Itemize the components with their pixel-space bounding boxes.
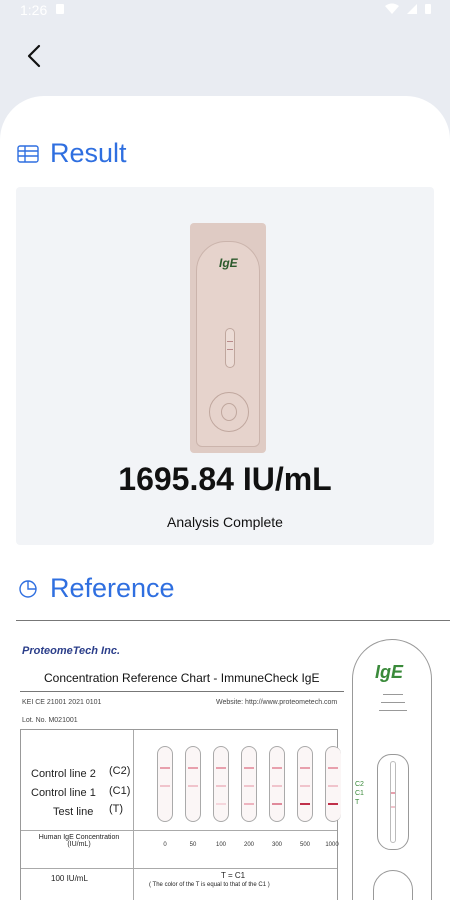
result-section-header: Result [16, 138, 127, 169]
chevron-left-icon [26, 44, 42, 73]
notification-icon [55, 2, 65, 18]
reference-strip [157, 746, 173, 822]
reference-chart-image: ProteomeTech Inc. Concentration Referenc… [16, 620, 450, 900]
brand-logo: ProteomeTech Inc. [22, 645, 121, 657]
note-line-1: T = C1 [221, 871, 246, 880]
reference-title: Reference [50, 573, 175, 603]
reference-strip [241, 746, 257, 822]
reference-chart-title: Concentration Reference Chart - ImmuneCh… [44, 671, 320, 685]
pie-chart-icon [16, 577, 40, 601]
status-time: 1:26 [20, 2, 48, 18]
result-title: Result [50, 138, 127, 168]
analysis-status: Analysis Complete [167, 514, 283, 530]
reference-strip [213, 746, 229, 822]
concentration-value: 50 [189, 842, 197, 848]
concentration-value: 500 [299, 842, 310, 848]
reference-meta-right: Website: http://www.proteometech.com [216, 699, 338, 706]
concentration-value: 300 [271, 842, 282, 848]
reference-strip [185, 746, 201, 822]
table-icon [16, 142, 40, 166]
reference-strip [269, 746, 285, 822]
sample-label: 100 IU/mL [51, 874, 88, 883]
row-label-c2: Control line 2 [31, 768, 96, 780]
row-code-t: (T) [109, 803, 124, 815]
status-bar: 1:26 [0, 0, 450, 20]
concentration-value: 100 [215, 842, 226, 848]
reference-table: Control line 2 (C2) Control line 1 (C1) … [20, 729, 341, 900]
concentration-value: 200 [243, 842, 254, 848]
reference-strip [297, 746, 313, 822]
concentration-value: 1000 [325, 842, 339, 848]
back-button[interactable] [16, 40, 52, 76]
result-panel: IgE 1695.84 IU/mL Analysis Complete [16, 187, 434, 545]
reference-strip [325, 746, 341, 822]
concentration-label: Human IgE Concentration (IU/mL) [38, 834, 120, 848]
reference-section-header: Reference [16, 573, 175, 604]
top-app-bar [0, 20, 450, 100]
test-kit-photo: IgE [190, 223, 266, 453]
concentration-value: 0 [163, 842, 167, 848]
kit-sample-well [209, 392, 249, 432]
row-code-c2: (C2) [109, 765, 131, 777]
reference-kit-diagram: IgE C2 C1 T [352, 639, 432, 900]
row-label-c1: Control line 1 [31, 787, 96, 799]
lot-number: Lot. No. M021001 [22, 717, 78, 724]
battery-icon [424, 2, 432, 18]
reference-kit-window [377, 754, 409, 850]
reference-meta-left: KEI CE 21001 2021 0101 [22, 699, 102, 706]
note-line-2: ( The color of the T is equal to that of… [149, 882, 270, 888]
reference-kit-well [373, 870, 413, 900]
row-label-t: Test line [53, 806, 94, 818]
signal-icon [406, 2, 418, 18]
result-value: 1695.84 IU/mL [118, 461, 332, 497]
kit-label: IgE [219, 256, 238, 270]
reference-kit-label: IgE [375, 662, 404, 682]
kit-result-window [225, 328, 235, 368]
row-code-c1: (C1) [109, 785, 131, 797]
kit-side-text: C2 C1 T [355, 781, 364, 806]
wifi-icon [384, 2, 400, 18]
